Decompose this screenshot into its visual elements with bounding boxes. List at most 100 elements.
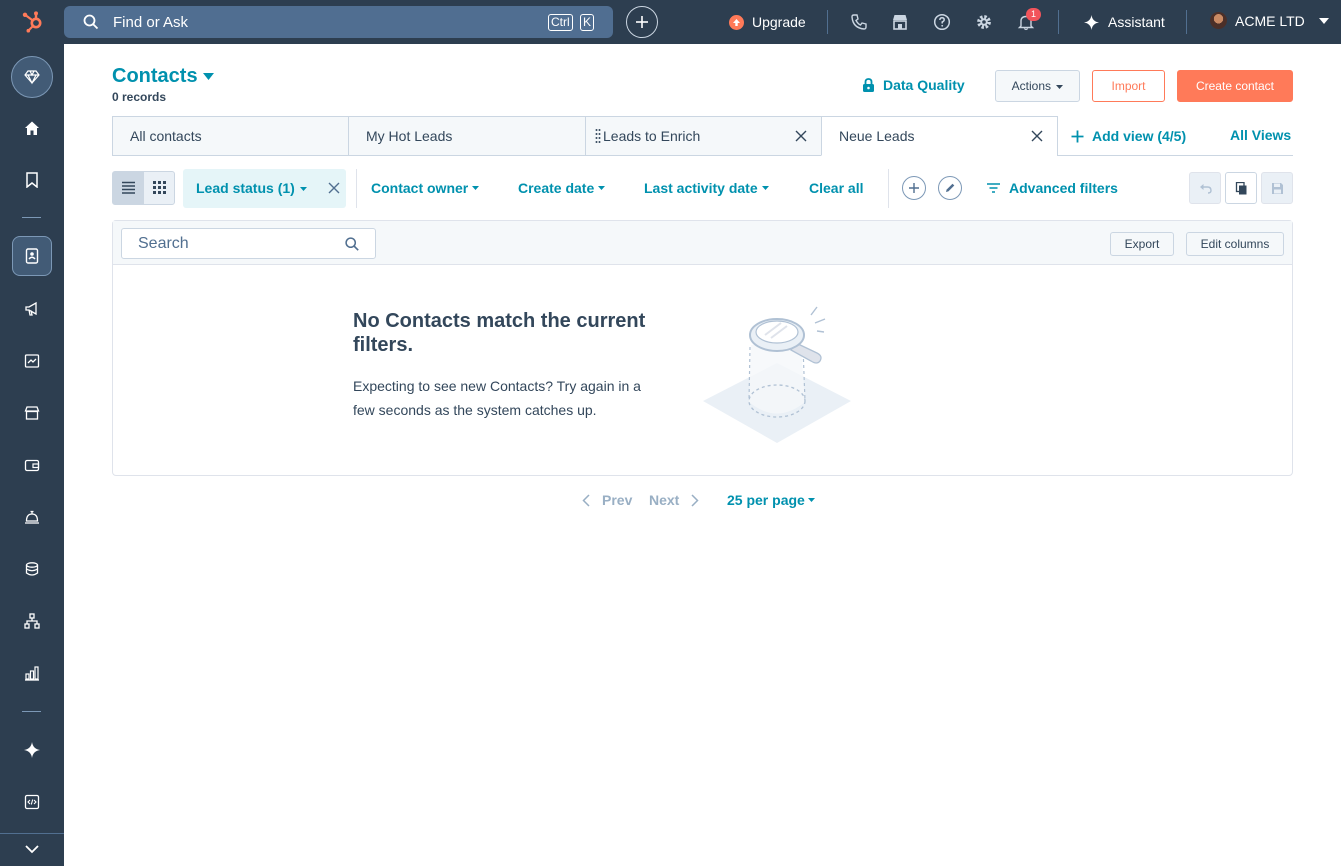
upgrade-button[interactable]: Upgrade bbox=[729, 14, 806, 30]
per-page-dropdown[interactable]: 25 per page bbox=[727, 492, 815, 508]
pencil-icon bbox=[946, 183, 955, 192]
nav-item-payments[interactable] bbox=[12, 445, 52, 485]
quick-create-button[interactable] bbox=[626, 6, 658, 38]
export-button[interactable]: Export bbox=[1110, 232, 1174, 256]
divider bbox=[1186, 10, 1187, 34]
tab-underline bbox=[1057, 155, 1293, 156]
assistant-button[interactable]: Assistant bbox=[1084, 14, 1165, 30]
wallet-icon bbox=[24, 459, 40, 472]
nav-item-content[interactable] bbox=[12, 341, 52, 381]
workflow-icon bbox=[24, 613, 40, 629]
chevron-right-icon bbox=[691, 493, 699, 507]
import-button[interactable]: Import bbox=[1092, 70, 1165, 102]
add-view-label: Add view (4/5) bbox=[1092, 128, 1187, 144]
tab-leads-to-enrich[interactable]: Leads to Enrich bbox=[585, 116, 822, 156]
search-placeholder: Find or Ask bbox=[113, 14, 189, 31]
drag-handle-icon[interactable] bbox=[595, 128, 601, 144]
tab-my-hot-leads[interactable]: My Hot Leads bbox=[348, 116, 586, 156]
sparkle-icon bbox=[24, 742, 40, 758]
grid-icon bbox=[152, 181, 166, 194]
search-icon[interactable] bbox=[345, 237, 359, 251]
bookmark-icon bbox=[26, 172, 38, 188]
actions-label: Actions bbox=[1011, 79, 1051, 93]
store-icon bbox=[24, 406, 40, 420]
nav-item-home[interactable] bbox=[12, 108, 52, 148]
add-filter-button[interactable] bbox=[902, 176, 926, 200]
create-date-label: Create date bbox=[518, 180, 595, 196]
nav-item-premium[interactable] bbox=[11, 56, 53, 98]
advanced-filters-button[interactable]: Advanced filters bbox=[987, 180, 1118, 196]
table-search-input[interactable] bbox=[122, 229, 332, 258]
megaphone-icon bbox=[25, 301, 37, 316]
next-label: Next bbox=[649, 492, 680, 508]
chevron-left-icon bbox=[582, 493, 590, 507]
settings-gear-icon[interactable] bbox=[975, 13, 993, 31]
nav-item-service[interactable] bbox=[12, 497, 52, 537]
create-date-filter[interactable]: Create date bbox=[518, 180, 606, 196]
global-search-input[interactable]: Find or Ask Ctrl K bbox=[64, 6, 613, 38]
board-view-button[interactable] bbox=[144, 172, 175, 204]
all-views-link[interactable]: All Views bbox=[1230, 127, 1291, 143]
help-icon[interactable] bbox=[933, 13, 951, 31]
lead-status-filter-label: Lead status (1) bbox=[196, 180, 307, 196]
phone-icon[interactable] bbox=[850, 13, 868, 31]
list-view-button[interactable] bbox=[113, 172, 144, 204]
nav-collapse-toggle[interactable] bbox=[0, 833, 64, 866]
tab-neue-leads[interactable]: Neue Leads bbox=[821, 116, 1058, 156]
marketplace-icon[interactable] bbox=[891, 13, 909, 31]
nav-item-development[interactable] bbox=[12, 782, 52, 822]
upgrade-label: Upgrade bbox=[752, 14, 806, 30]
copy-view-button[interactable] bbox=[1225, 172, 1257, 204]
nav-item-commerce[interactable] bbox=[12, 393, 52, 433]
nav-item-marketing[interactable] bbox=[12, 289, 52, 329]
edit-columns-button[interactable]: Edit columns bbox=[1186, 232, 1284, 256]
nav-divider bbox=[22, 217, 41, 218]
nav-item-crm[interactable] bbox=[12, 236, 52, 276]
kbd-ctrl: Ctrl bbox=[548, 14, 573, 31]
contacts-table-panel: Export Edit columns No Contacts match th… bbox=[112, 220, 1293, 476]
nav-item-bookmarks[interactable] bbox=[12, 160, 52, 200]
close-icon[interactable] bbox=[795, 130, 807, 142]
last-activity-label: Last activity date bbox=[644, 180, 758, 196]
assistant-label: Assistant bbox=[1108, 14, 1165, 30]
contact-owner-filter[interactable]: Contact owner bbox=[371, 180, 480, 196]
account-name: ACME LTD bbox=[1235, 12, 1305, 29]
bar-chart-icon bbox=[25, 666, 39, 681]
close-icon[interactable] bbox=[1031, 130, 1043, 142]
next-page-button[interactable]: Next bbox=[649, 492, 699, 508]
clear-all-filters-button[interactable]: Clear all bbox=[809, 180, 863, 196]
tab-all-contacts[interactable]: All contacts bbox=[112, 116, 349, 156]
save-icon bbox=[1272, 183, 1283, 194]
hubspot-logo-icon[interactable] bbox=[21, 10, 45, 34]
caret-down-icon bbox=[1056, 84, 1064, 89]
create-contact-button[interactable]: Create contact bbox=[1177, 70, 1293, 102]
nav-item-reporting[interactable] bbox=[12, 653, 52, 693]
tab-label: All contacts bbox=[130, 128, 202, 144]
account-menu[interactable]: ACME LTD bbox=[1210, 12, 1329, 29]
page-title-dropdown[interactable]: Contacts bbox=[112, 65, 214, 88]
last-activity-date-filter[interactable]: Last activity date bbox=[644, 180, 769, 196]
add-view-button[interactable]: Add view (4/5) bbox=[1071, 128, 1186, 144]
actions-button[interactable]: Actions bbox=[995, 70, 1080, 102]
table-toolbar: Export Edit columns bbox=[113, 221, 1292, 265]
data-quality-link[interactable]: Data Quality bbox=[862, 77, 965, 93]
upgrade-icon bbox=[729, 14, 744, 30]
nav-item-automation[interactable] bbox=[12, 601, 52, 641]
diamond-icon bbox=[24, 70, 40, 85]
save-view-button[interactable] bbox=[1261, 172, 1293, 204]
nav-item-data[interactable] bbox=[12, 549, 52, 589]
remove-filter-close-icon[interactable] bbox=[328, 182, 340, 194]
undo-button[interactable] bbox=[1189, 172, 1221, 204]
lead-status-filter-chip[interactable]: Lead status (1) bbox=[183, 169, 346, 208]
contacts-book-icon bbox=[25, 248, 39, 264]
caret-down-icon bbox=[598, 186, 606, 190]
avatar bbox=[1210, 12, 1227, 29]
nav-item-breeze[interactable] bbox=[12, 730, 52, 770]
caret-down-icon bbox=[761, 186, 769, 190]
kbd-k: K bbox=[580, 14, 595, 31]
prev-page-button[interactable]: Prev bbox=[582, 492, 632, 508]
service-bell-icon bbox=[25, 510, 39, 524]
divider bbox=[827, 10, 828, 34]
database-icon bbox=[25, 562, 39, 576]
edit-filters-button[interactable] bbox=[938, 176, 962, 200]
